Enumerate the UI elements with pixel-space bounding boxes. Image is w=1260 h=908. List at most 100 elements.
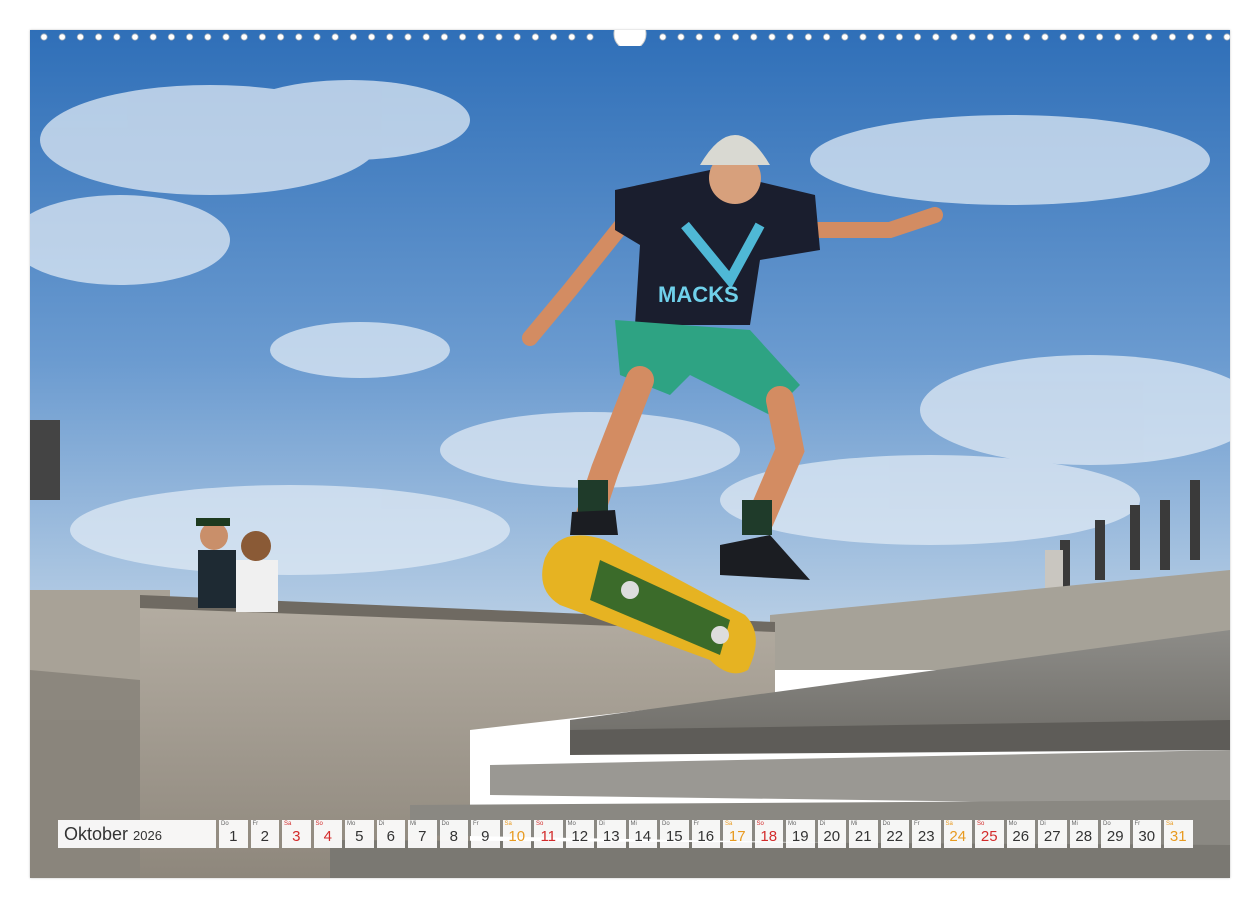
- day-abbr: Mi: [630, 821, 637, 827]
- binding-hole: [1205, 33, 1213, 41]
- binding-hole: [768, 33, 776, 41]
- day-abbr: Mi: [1071, 821, 1078, 827]
- day-cells: Do 1 Fr 2 Sa 3 So 4 Mo 5 Di 6 Mi 7 Do 8 Fr 9 Sa 10 So 11 Mo 12 D…: [219, 820, 1193, 850]
- hanger-notch: [613, 30, 647, 46]
- binding-hole: [440, 33, 448, 41]
- binding-hole: [877, 33, 885, 41]
- day-abbr: Di: [819, 821, 826, 827]
- day-abbr: Do: [882, 821, 891, 827]
- day-cell: So 18: [754, 820, 783, 848]
- day-number: 18: [760, 828, 778, 845]
- binding-hole: [331, 33, 339, 41]
- binding-hole: [1004, 33, 1013, 41]
- binding-hole: [677, 33, 685, 41]
- binding-hole: [1114, 33, 1122, 41]
- binding-hole: [477, 33, 485, 41]
- day-number: 10: [508, 828, 526, 845]
- day-number: 9: [481, 828, 490, 845]
- day-number: 29: [1106, 828, 1124, 845]
- day-cell: Fr 9: [471, 820, 500, 848]
- day-abbr: So: [977, 821, 985, 827]
- binding-hole: [950, 33, 958, 41]
- day-cell: Do 8: [439, 820, 468, 848]
- binding-hole: [750, 33, 758, 41]
- day-number: 11: [540, 828, 557, 845]
- month-name: Oktober: [64, 823, 129, 844]
- day-abbr: So: [756, 821, 764, 827]
- binding-hole: [240, 33, 248, 41]
- binding-hole: [277, 33, 285, 41]
- day-number: 3: [292, 828, 301, 845]
- binding-hole: [349, 33, 357, 41]
- day-cell: Do 15: [660, 820, 689, 848]
- binding-hole: [786, 33, 794, 41]
- stair-step: [490, 750, 1230, 805]
- day-number: 27: [1043, 828, 1061, 845]
- day-abbr: Sa: [1166, 821, 1174, 827]
- day-cell: So 25: [975, 820, 1004, 848]
- day-cell: Mo 12: [565, 820, 594, 848]
- binding-hole: [659, 33, 667, 41]
- day-abbr: Sa: [504, 821, 512, 827]
- month-label: Oktober 2026: [58, 820, 216, 848]
- signpost: [30, 420, 60, 500]
- day-abbr: Do: [662, 821, 670, 827]
- day-cell: Mi 7: [408, 820, 437, 848]
- day-number: 7: [418, 828, 427, 845]
- day-number: 26: [1012, 828, 1030, 845]
- binding-hole: [713, 33, 722, 41]
- binding-hole: [568, 33, 576, 41]
- binding-hole: [913, 33, 922, 41]
- binding-hole: [222, 33, 230, 41]
- day-cell: Sa 3: [282, 820, 311, 848]
- day-abbr: Fr: [1134, 821, 1141, 827]
- binding-hole: [495, 33, 503, 41]
- binding-hole: [895, 33, 904, 41]
- binding-hole: [586, 33, 594, 41]
- day-cell: Do 29: [1101, 820, 1130, 848]
- binding-hole: [40, 33, 48, 41]
- day-number: 6: [386, 828, 395, 845]
- day-cell: Mo 26: [1006, 820, 1035, 848]
- day-cell: Fr 30: [1132, 820, 1161, 848]
- binding-hole: [932, 33, 940, 41]
- binding-hole: [95, 33, 103, 41]
- day-number: 1: [229, 828, 238, 845]
- calendar-strip: Oktober 2026 Do 1 Fr 2 Sa 3 So 4 Mo 5 Di 6 Mi 7 Do 8 Fr 9…: [58, 820, 1193, 850]
- binding-holes: [40, 30, 1230, 46]
- day-cell: Fr 23: [912, 820, 941, 848]
- binding-hole: [295, 33, 303, 41]
- day-abbr: Di: [599, 821, 605, 827]
- day-cell: So 4: [313, 820, 342, 848]
- binding-hole: [458, 33, 467, 41]
- binding-hole: [113, 33, 121, 41]
- skatepark-scene: MACKS: [30, 30, 1230, 878]
- day-abbr: Mi: [410, 821, 417, 827]
- month-year: 2026: [133, 828, 162, 843]
- binding-hole: [859, 33, 867, 41]
- day-abbr: Sa: [284, 821, 292, 827]
- binding-hole: [76, 33, 85, 41]
- day-abbr: Sa: [725, 821, 733, 827]
- day-cell: Di 27: [1038, 820, 1067, 848]
- day-number: 17: [728, 828, 746, 845]
- day-abbr: So: [315, 821, 323, 827]
- day-cell: Sa 10: [502, 820, 531, 848]
- day-abbr: Fr: [693, 821, 700, 827]
- day-abbr: Di: [378, 821, 385, 827]
- day-number: 23: [917, 828, 935, 845]
- day-number: 19: [791, 828, 809, 845]
- day-cell: So 11: [534, 820, 563, 848]
- day-cell: Do 1: [219, 820, 248, 848]
- day-abbr: Mo: [1008, 821, 1017, 827]
- day-number: 4: [323, 828, 332, 845]
- day-cell: Sa 24: [943, 820, 972, 848]
- day-abbr: Do: [441, 821, 450, 827]
- day-abbr: So: [536, 821, 544, 827]
- binding-hole: [1096, 33, 1104, 41]
- binding-hole: [131, 33, 139, 41]
- day-cell: Sa 17: [723, 820, 752, 848]
- day-cell: Fr 2: [250, 820, 279, 848]
- day-number: 24: [949, 828, 967, 845]
- day-number: 22: [886, 828, 904, 845]
